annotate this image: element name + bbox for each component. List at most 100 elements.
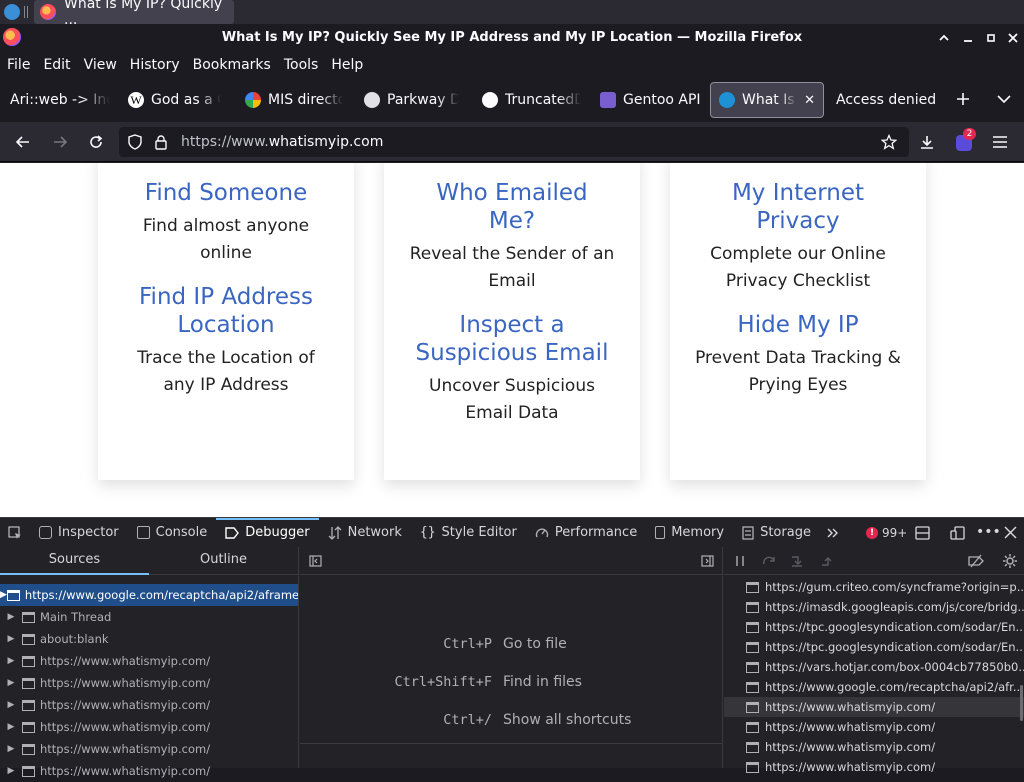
expand-arrow-icon[interactable]: ▶ [0,700,22,710]
expand-arrow-icon[interactable]: ▶ [0,678,22,688]
thread-row[interactable]: https://tpc.googlesyndication.com/sodar/… [724,637,1024,657]
tab-god-as-a-c[interactable]: W God as a C [128,82,224,118]
tab-what-is-my-ip[interactable]: What Is M ✕ [710,82,824,118]
extension-button[interactable]: 2 [956,128,976,151]
tab-gentoo-api[interactable]: Gentoo API [600,82,700,118]
menu-tools[interactable]: Tools [284,57,319,73]
source-tree-row[interactable]: ▶ https://www.whatismyip.com/ [0,760,298,782]
scrollbar-thumb[interactable] [1020,685,1023,721]
downloads-button[interactable] [919,134,935,150]
hamburger-menu-button[interactable] [992,135,1008,149]
tab-truncated[interactable]: TruncatedD [482,82,582,118]
close-tab-icon[interactable]: ✕ [804,93,815,108]
reload-button[interactable] [88,134,104,150]
tab-parkway[interactable]: Parkway Di [364,82,460,118]
source-tree-row[interactable]: ▶ https://www.whatismyip.com/ [0,716,298,738]
menu-bookmarks[interactable]: Bookmarks [193,57,271,73]
shortcut-label[interactable]: Go to file [503,636,567,652]
source-tree-row[interactable]: ▶ https://www.google.com/recaptcha/api2/a… [0,584,298,606]
thread-row[interactable]: https://www.whatismyip.com/ [724,717,1024,737]
element-picker-button[interactable] [0,518,30,548]
thread-row[interactable]: https://www.whatismyip.com/ [724,737,1024,757]
shortcut-label[interactable]: Find in files [503,674,582,690]
step-over-icon[interactable] [762,555,776,567]
thread-row[interactable]: https://imasdk.googleapis.com/js/core/br… [724,597,1024,617]
url-bar[interactable]: https://www.whatismyip.com [119,127,909,157]
thread-row[interactable]: https://www.whatismyip.com/ [724,757,1024,777]
new-tab-button[interactable] [955,91,971,107]
menu-edit[interactable]: Edit [43,57,70,73]
tab-mis-directory[interactable]: MIS directo [245,82,345,118]
thread-row[interactable]: https://vars.hotjar.com/box-0004cb77850b… [724,657,1024,677]
close-devtools-icon[interactable] [1004,526,1017,539]
more-tools-chevron-icon[interactable] [820,518,846,548]
devtools-tab-debugger[interactable]: Debugger [216,517,319,548]
back-button[interactable] [15,134,31,150]
responsive-design-mode-icon[interactable] [950,526,965,540]
devtools-tab-memory[interactable]: Memory [646,518,733,548]
system-menu-icon[interactable] [4,4,20,20]
expand-arrow-icon[interactable]: ▶ [0,590,7,600]
devtools-tab-network[interactable]: Network [319,518,411,548]
toggle-sources-pane-icon[interactable] [309,555,322,567]
toggle-split-console-icon[interactable] [915,526,930,540]
menu-help[interactable]: Help [331,57,363,73]
bookmark-star-icon[interactable] [881,134,897,150]
source-tree-row[interactable]: ▶ https://www.whatismyip.com/ [0,672,298,694]
tab-sources[interactable]: Sources [0,547,149,575]
error-counter[interactable]: ! 99+ [866,526,907,540]
expand-arrow-icon[interactable]: ▶ [0,722,22,732]
tab-access-denied[interactable]: Access denied [836,82,936,118]
thread-row[interactable]: https://www.google.com/recaptcha/api2/af… [724,677,1024,697]
menu-history[interactable]: History [130,57,180,73]
devtools-tab-storage[interactable]: Storage [733,518,820,548]
source-tree-row[interactable]: ▶ about:blank [0,628,298,650]
shortcut-label[interactable]: Show all shortcuts [503,712,631,728]
thread-row[interactable]: https://www.whatismyip.com/ [724,697,1024,717]
expand-arrow-icon[interactable]: ▶ [0,744,22,754]
taskbar-window-button[interactable]: What Is My IP? Quickly ... [34,0,234,28]
tab-outline[interactable]: Outline [149,547,298,574]
tab-ari-web[interactable]: Ari::web -> Ind [10,82,110,118]
menu-file[interactable]: File [7,57,30,73]
inspect-suspicious-email-link[interactable]: Inspect a Suspicious Email [384,311,640,367]
performance-icon [535,528,548,537]
expand-arrow-icon[interactable]: ▶ [0,634,22,644]
devtools-tab-inspector[interactable]: Inspector [30,518,128,548]
my-internet-privacy-link[interactable]: My Internet Privacy [670,179,926,235]
devtools-tab-performance[interactable]: Performance [526,518,646,548]
expand-arrow-icon[interactable]: ▶ [0,656,22,666]
menu-view[interactable]: View [84,57,117,73]
source-tree-row[interactable]: ▶ Main Thread [0,606,298,628]
deactivate-breakpoints-icon[interactable] [968,554,984,568]
forward-button[interactable] [52,134,68,150]
devtools-tab-console[interactable]: Console [128,518,217,548]
thread-row[interactable]: https://gum.criteo.com/syncframe?origin=… [724,577,1024,597]
source-tree-row[interactable]: ▶ https://www.whatismyip.com/ [0,650,298,672]
frame-icon [746,741,759,753]
step-out-icon[interactable] [820,555,834,567]
list-all-tabs-button[interactable] [996,92,1012,106]
debugger-settings-gear-icon[interactable] [1002,553,1018,569]
toggle-debugger-sidebar-icon[interactable] [701,555,714,567]
maximize-button[interactable] [982,29,1000,47]
minimize-button[interactable] [959,29,977,47]
who-emailed-me-link[interactable]: Who Emailed Me? [384,179,640,235]
source-tree-row[interactable]: ▶ https://www.whatismyip.com/ [0,738,298,760]
pause-icon[interactable] [734,555,746,567]
hide-my-ip-link[interactable]: Hide My IP [670,311,926,339]
close-window-button[interactable] [1004,29,1022,47]
navigation-toolbar: https://www.whatismyip.com 2 [0,122,1024,162]
thread-row[interactable]: https://tpc.googlesyndication.com/sodar/… [724,617,1024,637]
find-someone-link[interactable]: Find Someone [98,179,354,207]
devtools-options-menu-icon[interactable]: ••• [976,524,1001,540]
tracking-protection-shield-icon[interactable] [127,134,143,150]
network-icon [328,525,342,540]
source-tree-row[interactable]: ▶ https://www.whatismyip.com/ [0,694,298,716]
chevron-up-icon[interactable] [935,29,953,47]
find-ip-location-link[interactable]: Find IP Address Location [98,283,354,339]
devtools-tab-style-editor[interactable]: {} Style Editor [411,518,526,548]
expand-arrow-icon[interactable]: ▶ [0,612,22,622]
step-in-icon[interactable] [790,555,804,567]
lock-icon[interactable] [153,134,169,150]
